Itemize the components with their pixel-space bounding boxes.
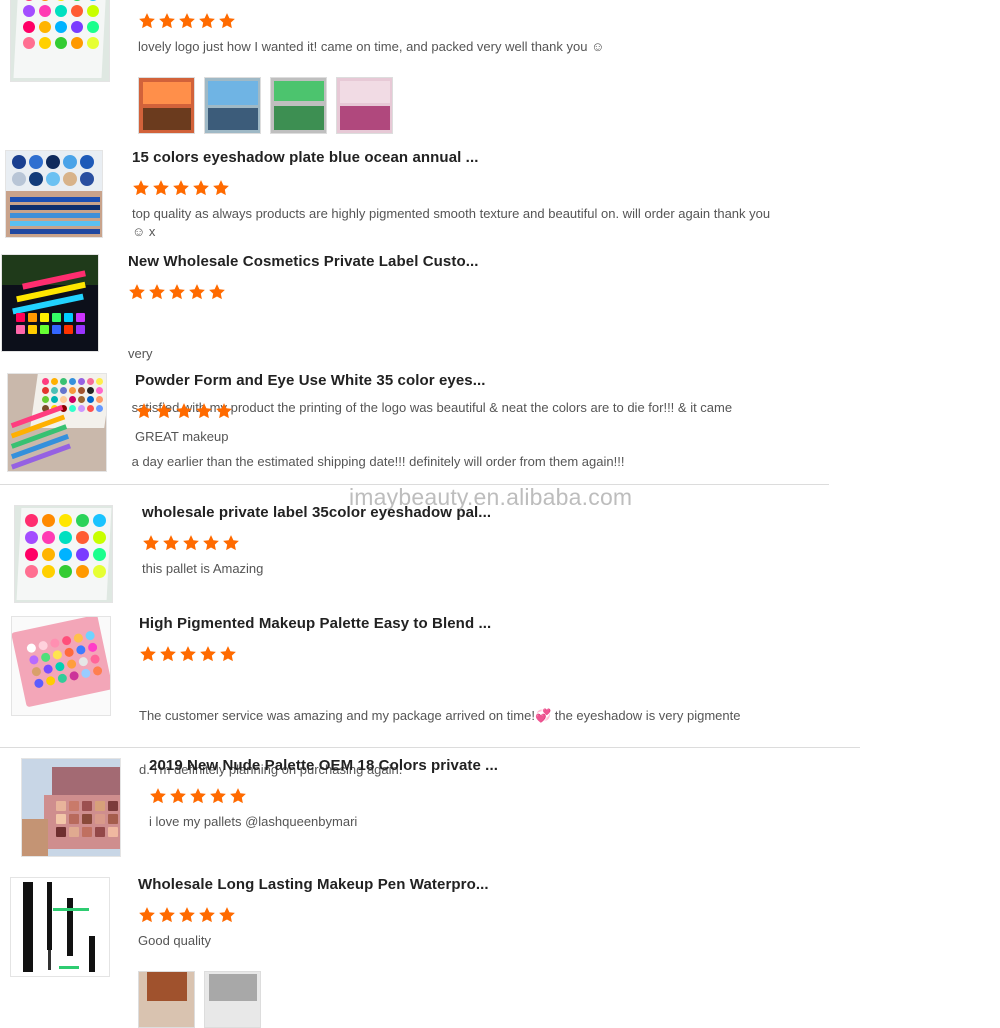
star-icon	[202, 534, 220, 552]
product-title[interactable]: Wholesale Long Lasting Makeup Pen Waterp…	[138, 876, 489, 893]
star-icon	[218, 906, 236, 924]
star-icon	[222, 534, 240, 552]
star-icon	[198, 12, 216, 30]
star-icon	[188, 283, 206, 301]
star-icon	[219, 645, 237, 663]
rating-stars	[138, 12, 236, 30]
review-text: top quality as always products are highl…	[132, 206, 771, 238]
star-icon	[229, 787, 247, 805]
star-icon	[169, 787, 187, 805]
star-icon	[178, 12, 196, 30]
star-icon	[152, 179, 170, 197]
star-icon	[135, 402, 153, 420]
star-icon	[178, 906, 196, 924]
product-thumbnail[interactable]	[5, 150, 103, 238]
star-icon	[192, 179, 210, 197]
product-thumbnail[interactable]	[10, 877, 110, 977]
star-icon	[198, 906, 216, 924]
product-title[interactable]: 15 colors eyeshadow plate blue ocean ann…	[132, 149, 478, 166]
review-text: i love my pallets @lashqueenbymari	[149, 814, 358, 829]
product-title[interactable]: wholesale private label 35color eyeshado…	[142, 504, 491, 521]
star-icon	[158, 12, 176, 30]
star-icon	[162, 534, 180, 552]
product-thumbnail[interactable]	[10, 0, 110, 82]
review-photo[interactable]	[270, 77, 327, 134]
rating-stars	[128, 283, 226, 301]
review-text: GREAT makeup	[135, 429, 229, 444]
review-text-line: a day earlier than the estimated shippin…	[128, 454, 625, 469]
rating-stars	[139, 645, 237, 663]
star-icon	[199, 645, 217, 663]
star-icon	[168, 283, 186, 301]
product-thumbnail[interactable]	[14, 505, 113, 603]
product-thumbnail[interactable]	[7, 373, 107, 472]
star-icon	[132, 179, 150, 197]
star-icon	[182, 534, 200, 552]
review-text: lovely logo just how I wanted it! came o…	[138, 39, 605, 54]
star-icon	[175, 402, 193, 420]
star-icon	[148, 283, 166, 301]
review-text: Good quality	[138, 933, 211, 948]
star-icon	[189, 787, 207, 805]
star-icon	[215, 402, 233, 420]
star-icon	[208, 283, 226, 301]
star-icon	[142, 534, 160, 552]
star-icon	[138, 12, 156, 30]
product-title[interactable]: High Pigmented Makeup Palette Easy to Bl…	[139, 615, 491, 632]
product-title[interactable]: Powder Form and Eye Use White 35 color e…	[135, 372, 486, 389]
product-title[interactable]: 2019 New Nude Palette OEM 18 Colors priv…	[149, 757, 498, 774]
product-thumbnail[interactable]	[1, 254, 99, 352]
star-icon	[128, 283, 146, 301]
review-photo[interactable]	[336, 77, 393, 134]
review-text-line: very	[128, 346, 153, 361]
section-divider	[0, 747, 860, 748]
star-icon	[212, 179, 230, 197]
star-icon	[172, 179, 190, 197]
star-icon	[138, 906, 156, 924]
star-icon	[149, 787, 167, 805]
rating-stars	[142, 534, 240, 552]
star-icon	[155, 402, 173, 420]
rating-stars	[132, 179, 230, 197]
review-photo[interactable]	[204, 77, 261, 134]
star-icon	[195, 402, 213, 420]
product-thumbnail[interactable]	[11, 616, 111, 716]
rating-stars	[138, 906, 236, 924]
star-icon	[139, 645, 157, 663]
product-title[interactable]: New Wholesale Cosmetics Private Label Cu…	[128, 253, 479, 270]
review-text-line: The customer service was amazing and my …	[139, 708, 741, 723]
review-photo[interactable]	[138, 77, 195, 134]
star-icon	[179, 645, 197, 663]
star-icon	[218, 12, 236, 30]
rating-stars	[135, 402, 233, 420]
rating-stars	[149, 787, 247, 805]
product-thumbnail[interactable]	[21, 758, 121, 857]
review-text: this pallet is Amazing	[142, 561, 264, 576]
star-icon	[158, 906, 176, 924]
star-icon	[209, 787, 227, 805]
star-icon	[159, 645, 177, 663]
